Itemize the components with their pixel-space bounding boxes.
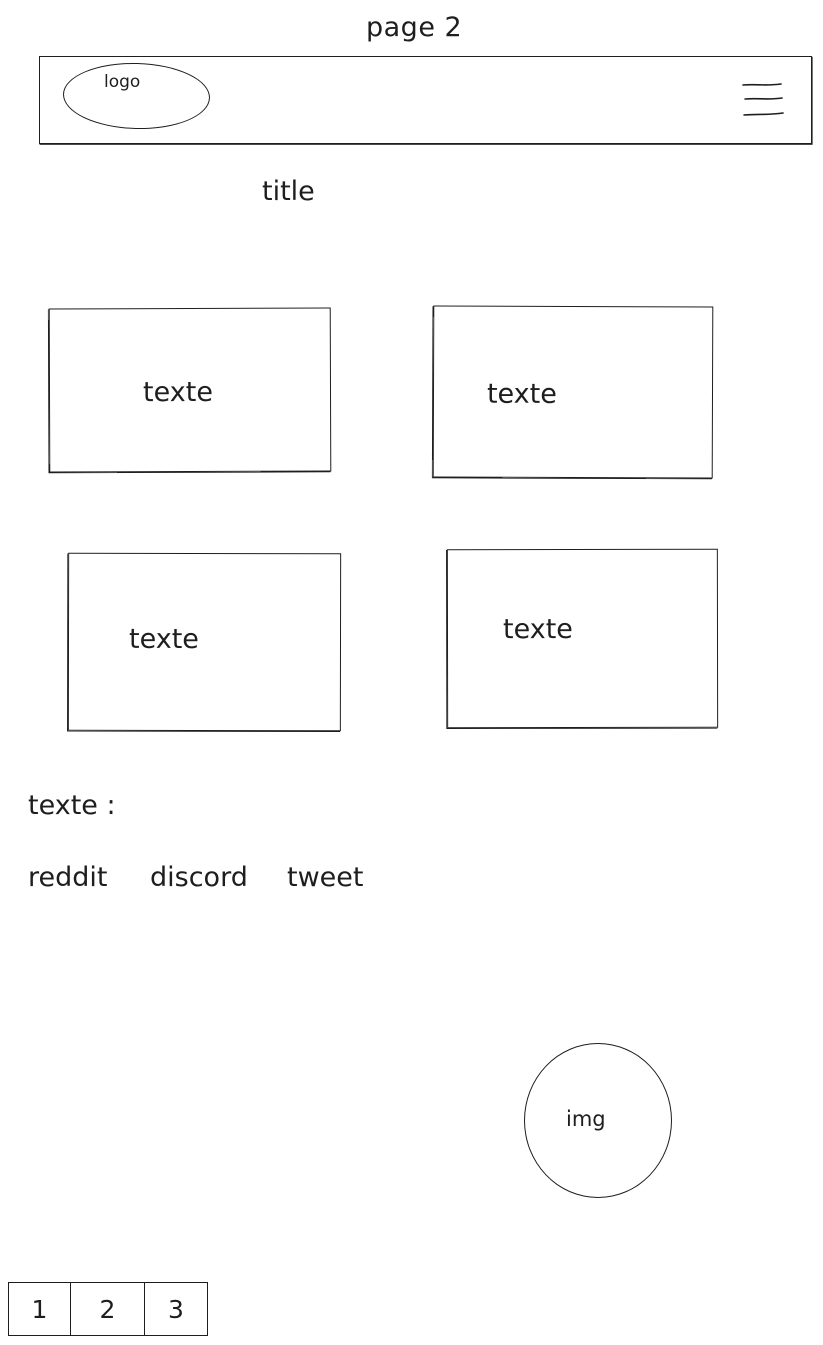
page-button-1[interactable]: 1 — [9, 1283, 71, 1335]
hamburger-menu-icon[interactable] — [740, 82, 786, 118]
card-label: texte — [486, 378, 557, 410]
page-button-3[interactable]: 3 — [145, 1283, 207, 1335]
content-card[interactable]: texte — [446, 548, 719, 729]
discord-link[interactable]: discord — [150, 862, 248, 893]
page-caption: page 2 — [366, 12, 463, 43]
logo-label: logo — [104, 72, 141, 92]
footer-label: texte : — [28, 790, 116, 821]
content-card[interactable]: texte — [432, 305, 714, 479]
content-card[interactable]: texte — [48, 307, 332, 473]
page-title: title — [262, 176, 315, 207]
reddit-link[interactable]: reddit — [28, 862, 107, 893]
tweet-link[interactable]: tweet — [287, 862, 363, 893]
card-label: texte — [502, 614, 573, 646]
card-label: texte — [128, 623, 199, 655]
card-label: texte — [142, 376, 213, 409]
content-card[interactable]: texte — [67, 552, 342, 732]
page-button-2[interactable]: 2 — [71, 1283, 145, 1335]
image-label: img — [566, 1107, 606, 1131]
pagination: 1 2 3 — [8, 1282, 208, 1336]
